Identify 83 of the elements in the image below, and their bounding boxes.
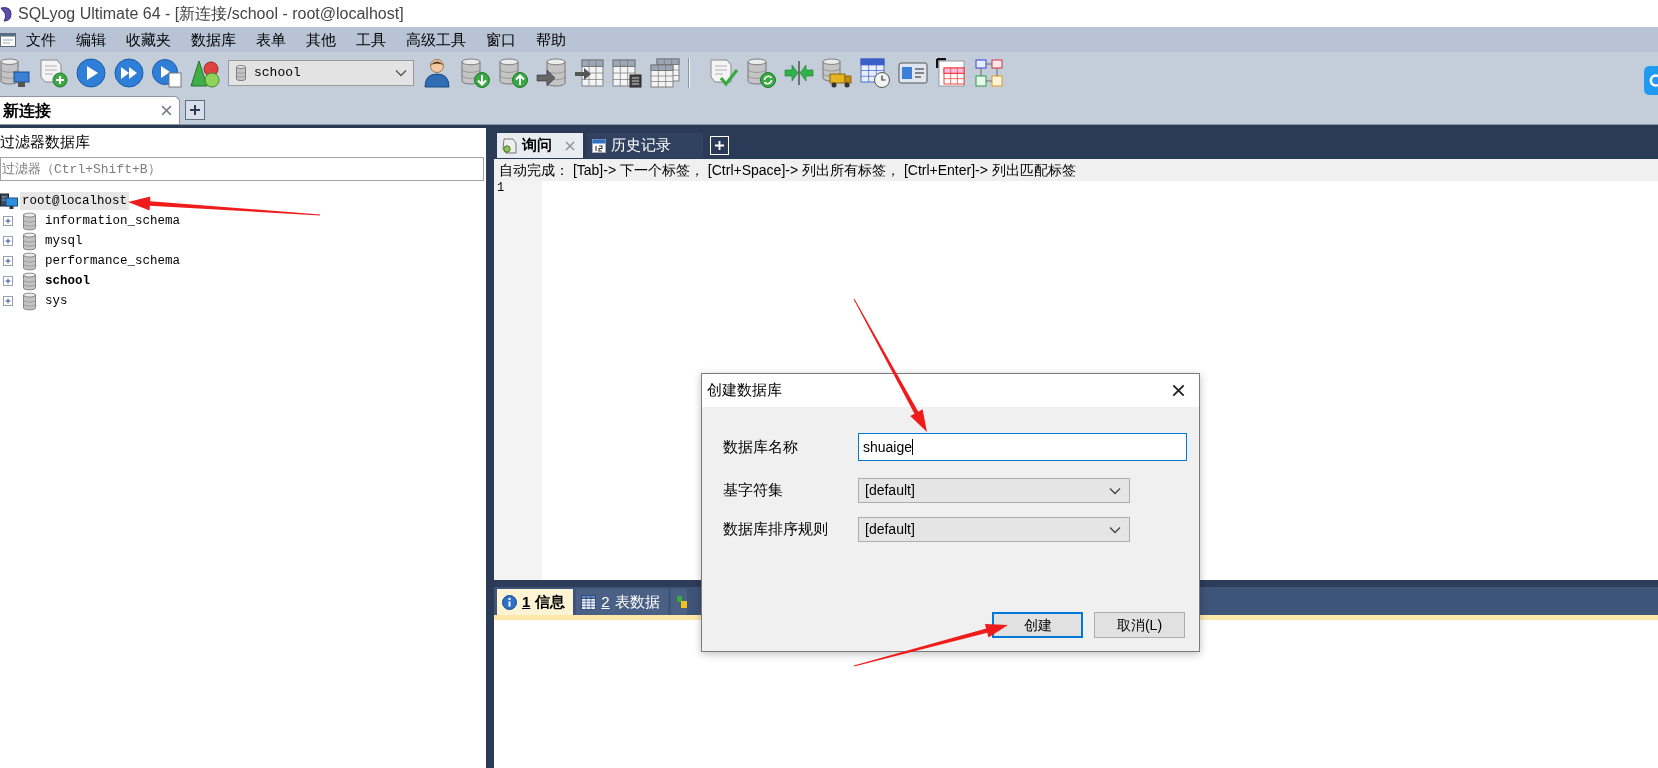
query-tab[interactable]: 询问 (497, 133, 583, 158)
calendar-icon (592, 138, 606, 153)
table-grid-icon[interactable] (936, 57, 966, 88)
menu-item[interactable]: 文件 (16, 29, 66, 50)
dropdown-field[interactable]: [default] (858, 478, 1130, 503)
document-plus-icon[interactable] (38, 57, 68, 88)
result-tab[interactable] (670, 589, 687, 615)
play-icon[interactable] (76, 57, 106, 88)
result-tab[interactable]: 2 表数据 (576, 589, 668, 615)
window-title: SQLyog Ultimate 64 - [新连接/school - root@localhost] (18, 3, 404, 24)
chevron-down-icon (395, 68, 407, 77)
app-logo-icon (0, 5, 12, 22)
text-cursor-icon (912, 439, 914, 455)
user-icon[interactable] (422, 57, 452, 88)
expand-icon[interactable] (3, 276, 13, 286)
database-icon (236, 64, 246, 81)
tree-item[interactable]: sys (43, 292, 70, 310)
autocomplete-hint: 自动完成： [Tab]-> 下一个标签， [Ctrl+Space]-> 列出所有标签， [Ctrl+Enter]-> 列出匹配标签 (499, 160, 1076, 180)
circle-page-icon[interactable] (152, 57, 182, 88)
database-icon (23, 211, 36, 231)
chevron-down-icon (1109, 486, 1121, 495)
tree-item[interactable]: school (43, 272, 92, 290)
blocks-icon (676, 595, 687, 609)
line-number: 1 (497, 181, 506, 196)
new-tab-button[interactable] (185, 100, 205, 120)
server-icon (0, 192, 18, 210)
database-truck-icon[interactable] (822, 57, 852, 88)
filter-field[interactable]: 过滤器（Ctrl+Shift+B） (0, 157, 484, 181)
document-icon (502, 137, 517, 154)
diagram-icon[interactable] (974, 57, 1004, 88)
menu-item[interactable]: 窗口 (476, 29, 526, 50)
menu-item[interactable]: 高级工具 (396, 29, 476, 50)
info-icon (502, 594, 517, 610)
database-refresh-icon[interactable] (746, 57, 776, 88)
table-clock-icon[interactable] (860, 57, 890, 88)
menu-item[interactable]: 收藏夹 (116, 29, 181, 50)
chevron-down-icon (1109, 525, 1121, 534)
menu-item[interactable]: 表单 (246, 29, 296, 50)
database-icon (23, 291, 36, 311)
database-up-icon[interactable] (498, 57, 528, 88)
database-icon (23, 231, 36, 251)
close-icon[interactable] (1172, 384, 1185, 397)
tree-item[interactable]: root@localhost (20, 192, 130, 210)
field-label: 数据库排序规则 (723, 519, 829, 540)
tree-item[interactable]: performance_schema (43, 252, 183, 270)
dialog-button[interactable]: 创建 (992, 612, 1083, 638)
expand-icon[interactable] (3, 256, 13, 266)
expand-icon[interactable] (3, 236, 13, 246)
database-down-icon[interactable] (460, 57, 490, 88)
menu-item[interactable]: 编辑 (66, 29, 116, 50)
database-icon (23, 271, 36, 291)
plus-icon (189, 104, 201, 116)
dialog-title: 创建数据库 (707, 380, 782, 401)
text-field[interactable]: shuaige (858, 433, 1187, 461)
database-icon (23, 251, 36, 271)
grid-arrow-icon[interactable] (574, 57, 604, 88)
field-label: 基字符集 (723, 480, 784, 501)
grid-calculator-icon[interactable] (612, 57, 642, 88)
database-dropdown[interactable]: school (228, 59, 414, 86)
menu-item[interactable]: 帮助 (526, 29, 576, 50)
dropdown-field[interactable]: [default] (858, 517, 1130, 542)
document-check-icon[interactable] (708, 57, 738, 88)
connection-tab[interactable]: 新连接 (0, 96, 180, 124)
fast-forward-icon[interactable] (114, 57, 144, 88)
panel-title: 过滤器数据库 (0, 132, 90, 153)
query-tab[interactable]: 历史记录 (587, 133, 703, 158)
database-arrow-icon[interactable] (536, 57, 566, 88)
field-label: 数据库名称 (723, 436, 799, 457)
tree-item[interactable]: information_schema (43, 212, 183, 230)
dialog-button[interactable]: 取消(L) (1094, 612, 1185, 638)
menu-item[interactable]: 工具 (346, 29, 396, 50)
menu-item[interactable]: 其他 (296, 29, 346, 50)
window-icon[interactable] (0, 31, 16, 48)
tree-item[interactable]: mysql (43, 232, 85, 250)
result-tab[interactable]: 1 信息 (497, 589, 574, 615)
database-monitor-icon[interactable] (0, 57, 30, 88)
floating-widget-icon[interactable] (1644, 66, 1658, 95)
menu-item[interactable]: 数据库 (181, 29, 246, 50)
expand-icon[interactable] (3, 296, 13, 306)
expand-icon[interactable] (3, 216, 13, 226)
table-icon (581, 594, 597, 610)
plus-icon (714, 140, 725, 151)
grid-copy-icon[interactable] (650, 57, 680, 88)
